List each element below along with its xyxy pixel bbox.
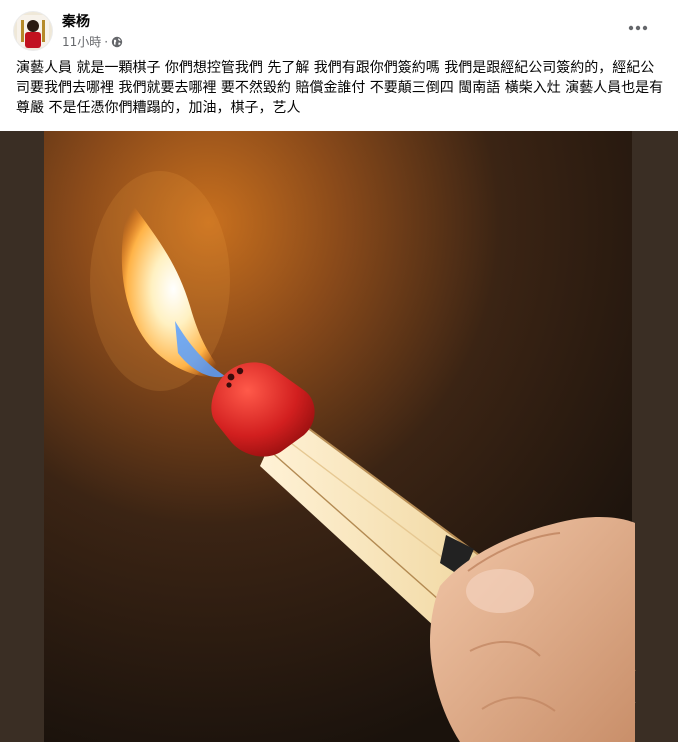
post-text: 演藝人員 就是一顆棋子 你們想控管我們 先了解 我們有跟你們簽約嗎 我們是跟經紀… — [16, 60, 664, 116]
post-timestamp[interactable]: 11小時 — [62, 33, 101, 50]
match-lighter-photo — [0, 131, 678, 742]
facebook-post: 秦杨 11小時 · 演藝人員 就是一顆棋子 你們想控管我們 先了解 我們有跟你們… — [0, 0, 678, 742]
post-photo[interactable] — [0, 131, 678, 742]
more-dots-icon — [628, 25, 648, 31]
more-options-button[interactable] — [620, 14, 656, 42]
avatar-image — [14, 12, 52, 50]
post-header: 秦杨 11小時 · — [0, 0, 678, 56]
author-name[interactable]: 秦杨 — [62, 11, 90, 31]
globe-icon[interactable] — [111, 36, 123, 48]
post-meta: 11小時 · — [62, 33, 123, 50]
meta-separator: · — [104, 34, 109, 49]
author-avatar[interactable] — [14, 12, 52, 50]
